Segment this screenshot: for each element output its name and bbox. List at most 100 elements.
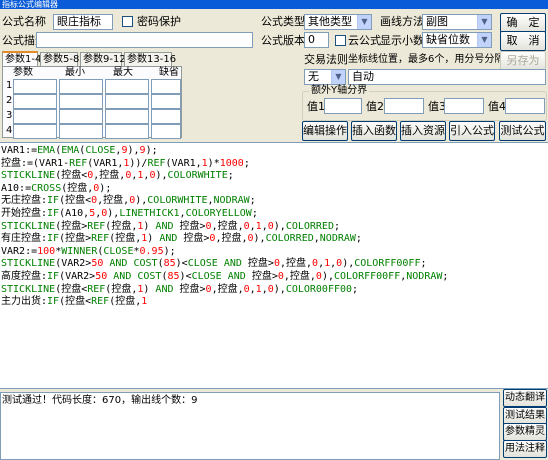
tab-params-1-4[interactable]: 参数1-4	[2, 51, 41, 66]
code-token: ,控盘,	[97, 195, 130, 207]
code-token: );	[145, 145, 158, 156]
code-token: REF	[91, 296, 110, 308]
param-cell[interactable]	[59, 109, 103, 124]
code-token: ,控盘,	[211, 220, 244, 232]
param-cell[interactable]	[151, 94, 181, 109]
param-grid: 参数 最小 最大 缺省 1 2 3 4	[2, 66, 182, 139]
param-cell[interactable]	[13, 109, 57, 124]
code-token: VAR1:=	[1, 145, 38, 156]
code-token: AND	[155, 220, 174, 232]
formula-type-select[interactable]: 其他类型 ▼	[304, 14, 372, 30]
code-token: WINNER	[61, 245, 98, 257]
tab-params-5-8[interactable]: 参数5-8	[40, 52, 79, 66]
param-header-min: 最小	[65, 67, 85, 78]
code-line: VAR2:=100*WINNER(CLOSE*0.95);	[1, 246, 176, 258]
formula-name-input[interactable]: 眼庄指标	[53, 14, 113, 30]
insert-function-button[interactable]: 插入函数	[351, 121, 397, 141]
code-token: (A10,	[59, 208, 90, 219]
param-cell[interactable]	[105, 94, 149, 109]
test-formula-button[interactable]: 测试公式	[499, 121, 546, 141]
usage-notes-button[interactable]: 用法注释	[503, 440, 547, 458]
decimals-select[interactable]: 缺省位数 ▼	[422, 32, 492, 48]
trade-rule-value: 无	[308, 70, 319, 83]
code-token: 85	[163, 258, 176, 270]
tab-params-9-12[interactable]: 参数9-12	[80, 52, 126, 66]
cloud-formula-checkbox[interactable]	[335, 35, 346, 46]
param-cell[interactable]	[151, 124, 181, 139]
code-token: ,控盘,	[215, 233, 248, 245]
ok-button[interactable]: 确 定	[500, 13, 546, 33]
code-token: ,控盘,	[279, 258, 313, 270]
param-cell[interactable]	[151, 109, 181, 124]
code-token: ;	[442, 271, 449, 282]
draw-method-label: 画线方法	[380, 15, 424, 28]
param-cell[interactable]	[151, 79, 181, 94]
param-row-3-label: 3	[6, 110, 13, 121]
code-token: )	[143, 220, 156, 232]
param-header-max: 最大	[113, 67, 133, 78]
code-token: )*	[207, 157, 220, 169]
y-value-1-input[interactable]	[324, 98, 362, 114]
code-token: CLOSE	[187, 258, 218, 270]
insert-resource-button[interactable]: 插入资源	[400, 121, 446, 141]
code-token: 50	[95, 271, 108, 282]
tab-params-13-16[interactable]: 参数13-16	[124, 52, 176, 66]
param-wizard-button[interactable]: 参数精灵	[503, 423, 547, 441]
param-cell[interactable]	[59, 94, 103, 109]
code-token: STICKLINE	[1, 220, 56, 232]
code-token: AND	[155, 283, 174, 295]
code-line: STICKLINE(控盘>REF(控盘,1) AND 控盘>0,控盘,0,1,0…	[1, 221, 340, 233]
code-token: ,控盘,	[283, 271, 316, 282]
code-token: COLORRED	[285, 220, 334, 232]
code-token: ),	[155, 170, 168, 182]
cancel-button[interactable]: 取 消	[500, 31, 546, 51]
code-token: (控盘,	[61, 182, 94, 194]
code-token: 控盘>	[173, 283, 206, 295]
code-token: 85	[167, 271, 180, 282]
edit-operations-button[interactable]: 编辑操作	[302, 121, 348, 141]
import-formula-button[interactable]: 引入公式	[449, 121, 495, 141]
formula-desc-input[interactable]	[36, 32, 253, 48]
code-token: NODRAW	[213, 195, 250, 207]
y-value-3-input[interactable]	[444, 98, 484, 114]
code-token: REF	[91, 233, 110, 245]
y-value-2-input[interactable]	[384, 98, 424, 114]
code-line: 无庄控盘:IF(控盘<0,控盘,0),COLORWHITE,NODRAW;	[1, 195, 256, 207]
cloud-formula-label: 云公式	[348, 34, 381, 47]
code-token: IF	[47, 195, 60, 207]
param-cell[interactable]	[105, 79, 149, 94]
code-token: IF	[47, 296, 60, 308]
code-token: 主力出货:	[1, 296, 48, 308]
param-cell[interactable]	[59, 79, 103, 94]
formula-version-input[interactable]: 0	[304, 32, 329, 48]
code-token: COST	[133, 258, 158, 270]
param-cell[interactable]	[59, 124, 103, 139]
code-token: ;	[355, 233, 362, 245]
y-value-4-input[interactable]	[505, 98, 545, 114]
code-token: ),	[342, 258, 355, 270]
code-editor[interactable]: VAR1:=EMA(EMA(CLOSE,9),9); 控盘:=(VAR1-REF(…	[0, 142, 548, 389]
code-token: REF	[87, 283, 106, 295]
param-cell[interactable]	[105, 124, 149, 139]
draw-method-select[interactable]: 副图 ▼	[422, 14, 492, 30]
param-cell[interactable]	[105, 109, 149, 124]
code-token: 开始控盘:	[1, 208, 48, 219]
code-line: STICKLINE(控盘<0,控盘,0,1,0),COLORWHITE;	[1, 170, 234, 182]
param-row-1-label: 1	[6, 80, 13, 91]
code-line: VAR1:=EMA(EMA(CLOSE,9),9);	[1, 145, 158, 157]
param-cell[interactable]	[13, 94, 57, 109]
code-token: CLOSE	[191, 271, 222, 282]
code-line: 主力出货:IF(控盘<REF(控盘,1	[1, 296, 147, 308]
save-as-button[interactable]: 另存为	[500, 51, 546, 71]
code-token: IF	[47, 208, 60, 219]
code-token: AND	[113, 271, 132, 282]
coord-line-input[interactable]: 自动	[348, 69, 546, 85]
code-token: (控盘<	[55, 283, 88, 295]
trade-rule-select[interactable]: 无 ▼	[304, 69, 346, 85]
password-protect-checkbox[interactable]	[122, 16, 133, 27]
param-cell[interactable]	[13, 79, 57, 94]
code-token: LINETHICK1	[119, 208, 180, 219]
dynamic-translate-button[interactable]: 动态翻译	[503, 389, 547, 407]
param-cell[interactable]	[13, 124, 57, 139]
code-token: 50	[91, 258, 104, 270]
